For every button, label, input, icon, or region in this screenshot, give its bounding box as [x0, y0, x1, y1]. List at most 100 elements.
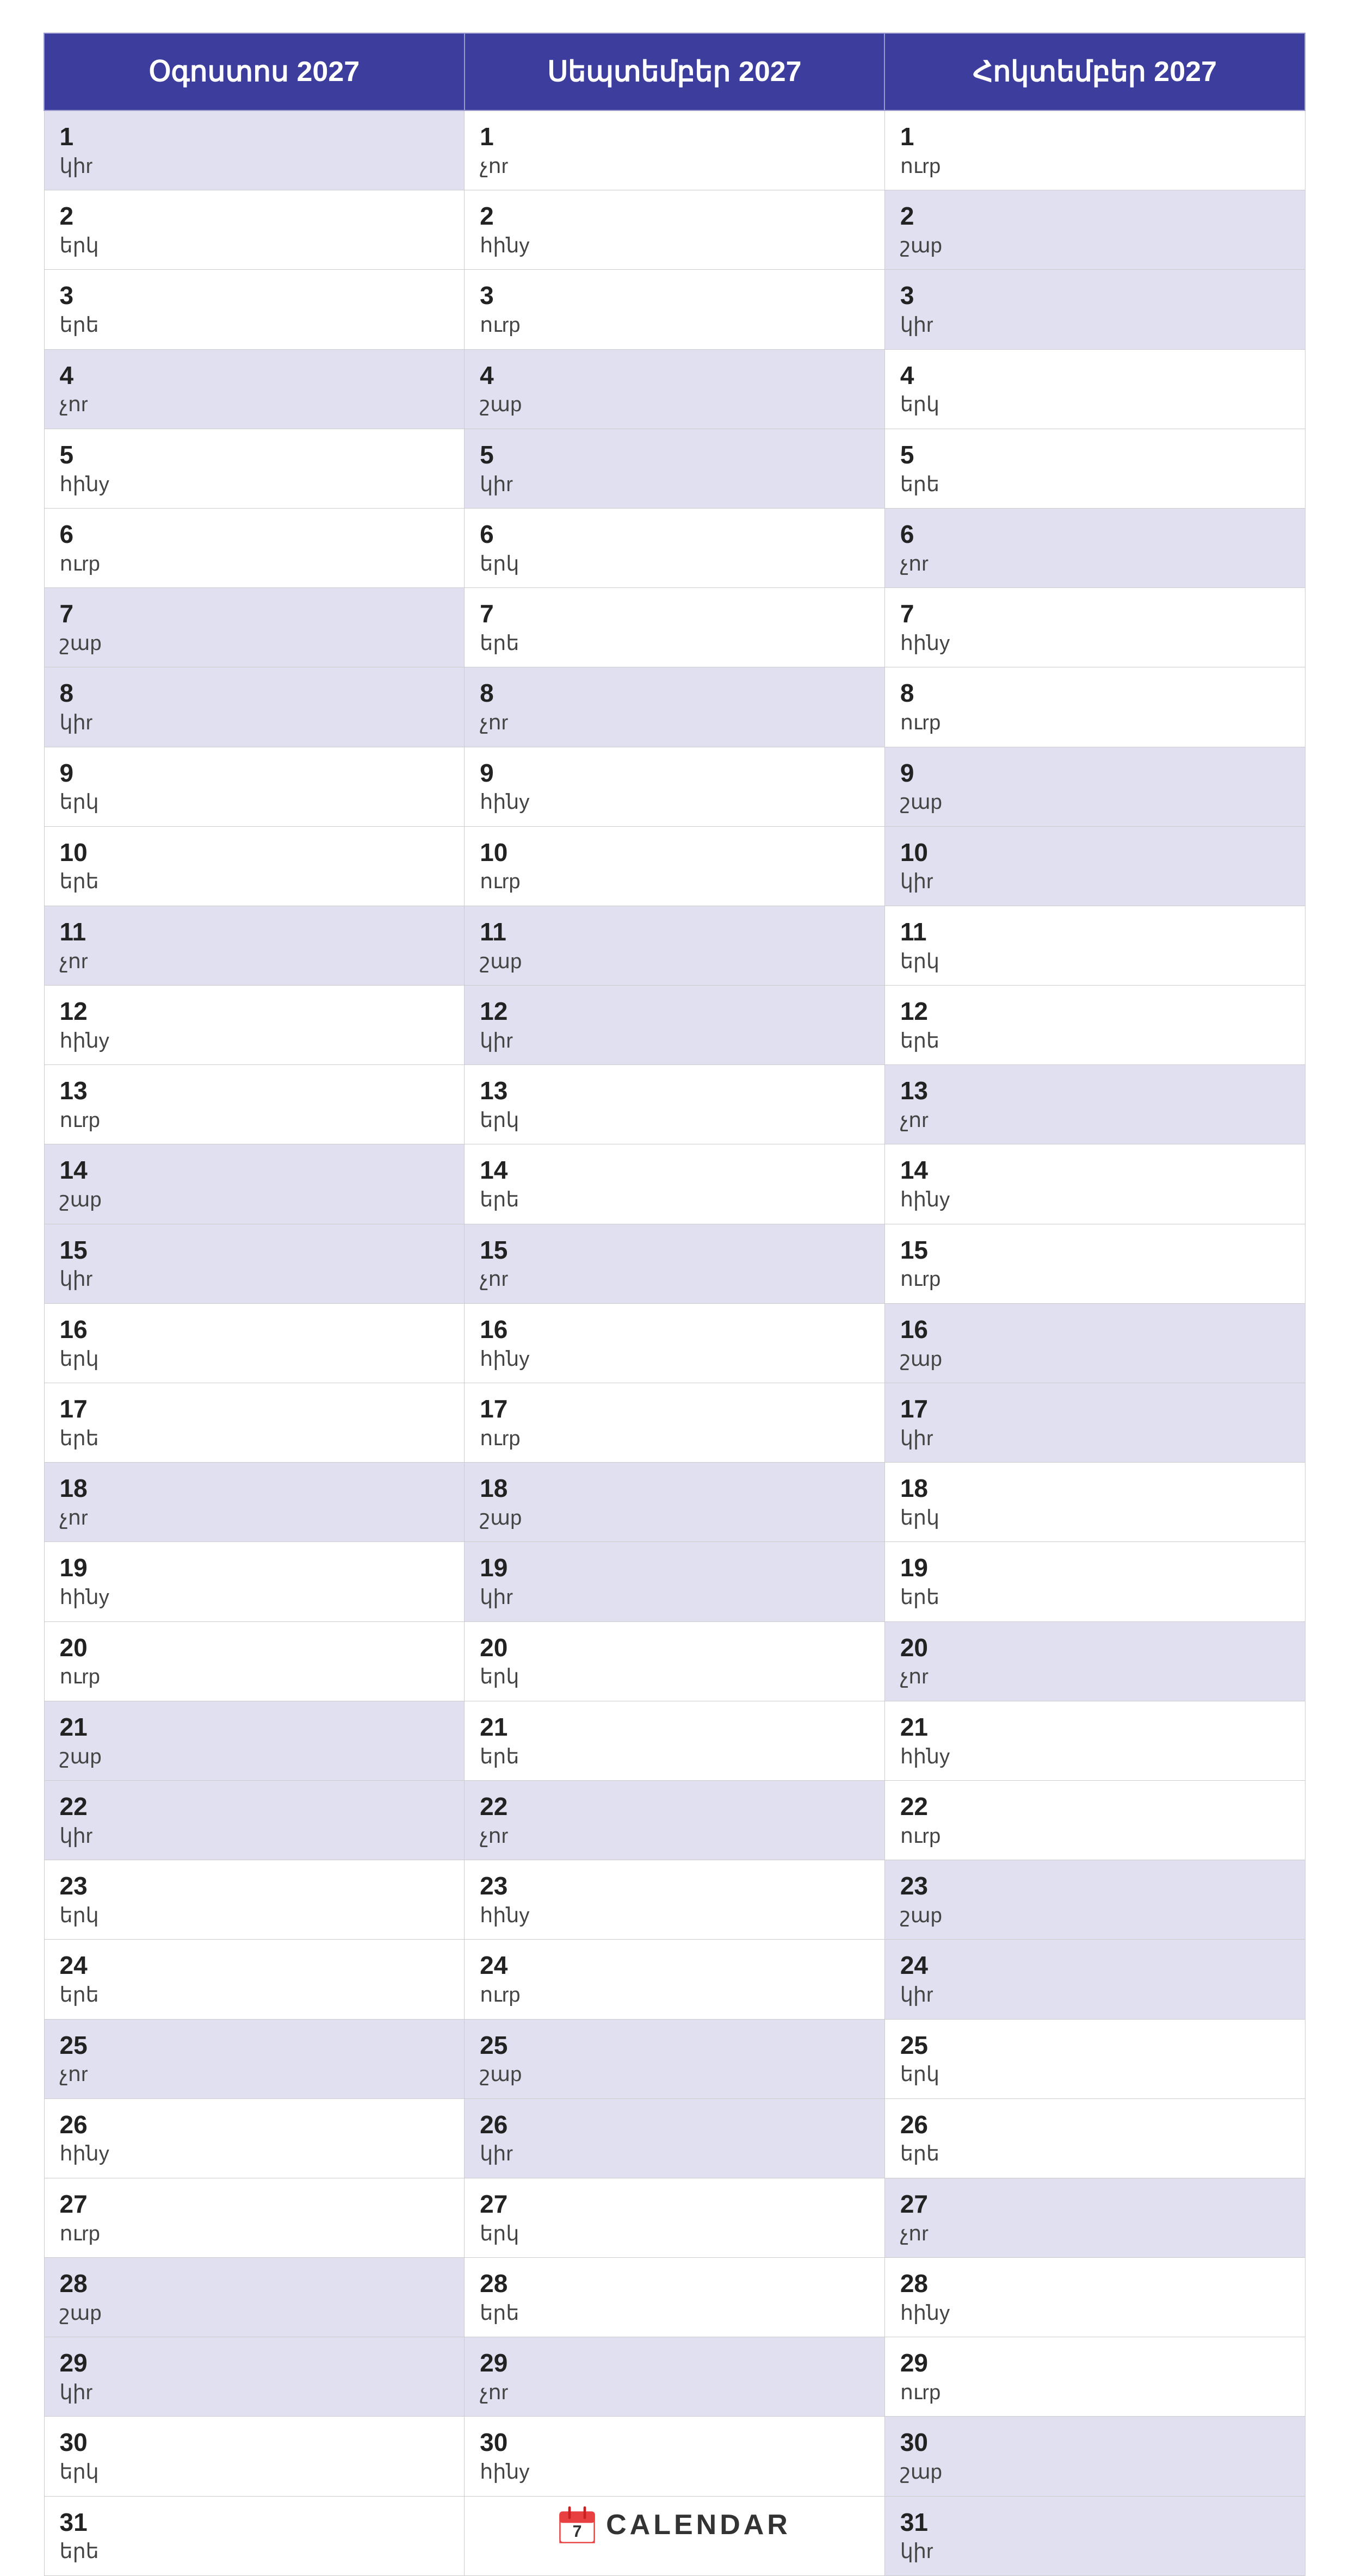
- calendar-row: 27ուrp27երկ27չոr: [44, 2178, 1305, 2257]
- oct-day-12: 12երե: [884, 986, 1305, 1065]
- logo-text: CALENDAR: [606, 2507, 791, 2544]
- calendar-row: 9երկ9հինy9շաp: [44, 747, 1305, 826]
- aug-day-19: 19հինy: [44, 1542, 465, 1621]
- aug-day-1: 1կիr: [44, 110, 465, 190]
- aug-day-23: 23երկ: [44, 1860, 465, 1940]
- aug-day-30: 30երկ: [44, 2417, 465, 2496]
- oct-day-7: 7հինy: [884, 588, 1305, 667]
- aug-day-24: 24երե: [44, 1940, 465, 2019]
- aug-day-14: 14շաp: [44, 1144, 465, 1224]
- sep-day-24: 24ուrp: [465, 1940, 885, 2019]
- oct-day-29: 29ուrp: [884, 2337, 1305, 2417]
- aug-day-29: 29կիr: [44, 2337, 465, 2417]
- calendar-row: 28շաp28երե28հինy: [44, 2258, 1305, 2337]
- calendar-row: 20ուrp20երկ20չոr: [44, 1621, 1305, 1701]
- oct-day-11: 11երկ: [884, 906, 1305, 985]
- sep-day-11: 11շաp: [465, 906, 885, 985]
- oct-day-13: 13չոr: [884, 1065, 1305, 1144]
- calendar-row: 15կիr15չոr15ուrp: [44, 1224, 1305, 1303]
- oct-day-1: 1ուrp: [884, 110, 1305, 190]
- sep-day-16: 16հինy: [465, 1303, 885, 1383]
- aug-day-25: 25չոr: [44, 2019, 465, 2098]
- oct-day-8: 8ուrp: [884, 667, 1305, 747]
- calendar-row: 24երե24ուrp24կիr: [44, 1940, 1305, 2019]
- sep-day-13: 13երկ: [465, 1065, 885, 1144]
- oct-day-16: 16շաp: [884, 1303, 1305, 1383]
- oct-day-19: 19երե: [884, 1542, 1305, 1621]
- calendar-icon: 7: [558, 2506, 596, 2544]
- aug-day-18: 18չոr: [44, 1463, 465, 1542]
- oct-day-6: 6չոr: [884, 508, 1305, 587]
- calendar-row: 3երե3ուrp3կիr: [44, 270, 1305, 349]
- calendar-row: 29կիr29չոr29ուrp: [44, 2337, 1305, 2417]
- calendar-row: 25չոr25շաp25երկ: [44, 2019, 1305, 2098]
- aug-day-17: 17երե: [44, 1383, 465, 1463]
- oct-day-17: 17կիr: [884, 1383, 1305, 1463]
- aug-day-16: 16երկ: [44, 1303, 465, 1383]
- aug-day-8: 8կիr: [44, 667, 465, 747]
- sep-day-14: 14երե: [465, 1144, 885, 1224]
- sep-day-20: 20երկ: [465, 1621, 885, 1701]
- oct-day-9: 9շաp: [884, 747, 1305, 826]
- aug-day-7: 7շաp: [44, 588, 465, 667]
- aug-day-20: 20ուrp: [44, 1621, 465, 1701]
- calendar-row: 2երկ2հինy2շաp: [44, 190, 1305, 270]
- sep-day-26: 26կիr: [465, 2098, 885, 2178]
- calendar-row: 11չոr11շաp11երկ: [44, 906, 1305, 985]
- sep-day-28: 28երե: [465, 2258, 885, 2337]
- aug-day-4: 4չոr: [44, 349, 465, 429]
- header-row: Օգոստոս 2027 Սեպտեմբեր 2027 Հոկտեմբեր 20…: [44, 33, 1305, 110]
- oct-day-22: 22ուrp: [884, 1780, 1305, 1860]
- sep-day-15: 15չոr: [465, 1224, 885, 1303]
- sep-day-22: 22չոr: [465, 1780, 885, 1860]
- oct-day-3: 3կիr: [884, 270, 1305, 349]
- month3-header: Հոկտեմբեր 2027: [884, 33, 1305, 110]
- oct-day-25: 25երկ: [884, 2019, 1305, 2098]
- oct-day-28: 28հինy: [884, 2258, 1305, 2337]
- aug-day-5: 5հինy: [44, 429, 465, 508]
- oct-day-31: 31կիr: [884, 2496, 1305, 2575]
- sep-day-19: 19կիr: [465, 1542, 885, 1621]
- calendar-row: 23երկ23հինy23շաp: [44, 1860, 1305, 1940]
- sep-day-4: 4շաp: [465, 349, 885, 429]
- oct-day-14: 14հինy: [884, 1144, 1305, 1224]
- oct-day-18: 18երկ: [884, 1463, 1305, 1542]
- aug-day-9: 9երկ: [44, 747, 465, 826]
- month2-header: Սեպտեմբեր 2027: [465, 33, 885, 110]
- calendar-row: 8կիr8չոr8ուrp: [44, 667, 1305, 747]
- aug-day-21: 21շաp: [44, 1701, 465, 1780]
- month1-header: Օգոստոս 2027: [44, 33, 465, 110]
- calendar-row: 14շաp14երե14հինy: [44, 1144, 1305, 1224]
- aug-day-6: 6ուrp: [44, 508, 465, 587]
- calendar-table: Օգոստոս 2027 Սեպտեմբեր 2027 Հոկտեմբեր 20…: [44, 33, 1305, 2576]
- oct-day-4: 4երկ: [884, 349, 1305, 429]
- calendar-row: 10երե10ուrp10կիr: [44, 826, 1305, 906]
- sep-day-31: 7 CALENDAR: [465, 2496, 885, 2575]
- oct-day-21: 21հինy: [884, 1701, 1305, 1780]
- sep-day-29: 29չոr: [465, 2337, 885, 2417]
- aug-day-13: 13ուrp: [44, 1065, 465, 1144]
- oct-day-30: 30շաp: [884, 2417, 1305, 2496]
- oct-day-10: 10կիr: [884, 826, 1305, 906]
- calendar-row: 13ուrp13երկ13չոr: [44, 1065, 1305, 1144]
- aug-day-15: 15կիr: [44, 1224, 465, 1303]
- sep-day-21: 21երե: [465, 1701, 885, 1780]
- aug-day-3: 3երե: [44, 270, 465, 349]
- calendar-row: 12հինy12կիr12երե: [44, 986, 1305, 1065]
- calendar-row: 7շաp7երե7հինy: [44, 588, 1305, 667]
- sep-day-7: 7երե: [465, 588, 885, 667]
- calendar-row: 31երե 7 CALENDAR 31կիr: [44, 2496, 1305, 2575]
- aug-day-28: 28շաp: [44, 2258, 465, 2337]
- sep-day-17: 17ուrp: [465, 1383, 885, 1463]
- calendar-row: 26հինy26կիr26երե: [44, 2098, 1305, 2178]
- calendar-row: 19հինy19կիr19երե: [44, 1542, 1305, 1621]
- calendar-row: 1կիr1չոr1ուrp: [44, 110, 1305, 190]
- aug-day-27: 27ուrp: [44, 2178, 465, 2257]
- sep-day-12: 12կիr: [465, 986, 885, 1065]
- calendar-row: 30երկ30հինy30շաp: [44, 2417, 1305, 2496]
- aug-day-11: 11չոr: [44, 906, 465, 985]
- sep-day-10: 10ուrp: [465, 826, 885, 906]
- calendar-row: 5հինy5կիr5երե: [44, 429, 1305, 508]
- calendar-row: 22կիr22չոr22ուrp: [44, 1780, 1305, 1860]
- sep-day-30: 30հինy: [465, 2417, 885, 2496]
